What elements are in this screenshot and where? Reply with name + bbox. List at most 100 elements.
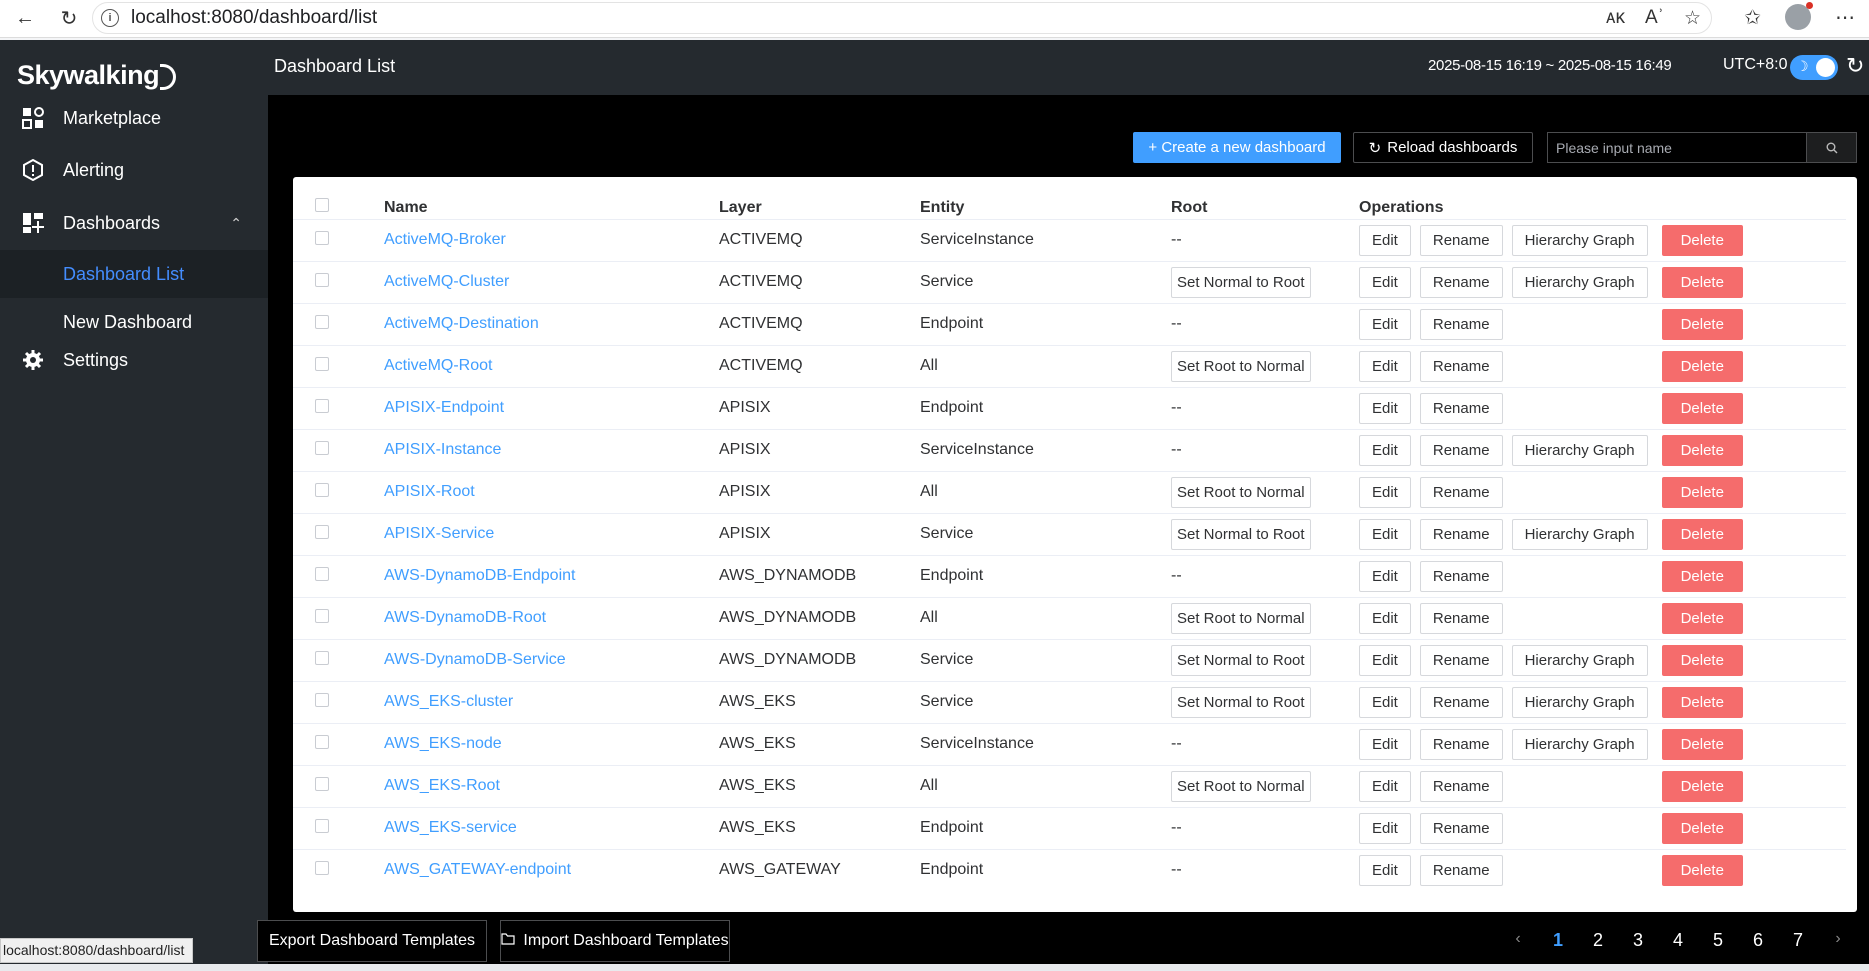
root-toggle-button[interactable]: Set Normal to Root xyxy=(1171,644,1311,676)
edit-button[interactable]: Edit xyxy=(1359,392,1411,424)
refresh-icon[interactable]: ↻ xyxy=(54,4,84,34)
dashboard-name-link[interactable]: AWS-DynamoDB-Service xyxy=(384,651,566,668)
delete-button[interactable]: Delete xyxy=(1661,266,1743,298)
row-checkbox[interactable] xyxy=(315,566,329,581)
edit-button[interactable]: Edit xyxy=(1359,602,1411,634)
sidebar-item-settings[interactable]: Settings xyxy=(0,332,268,388)
rename-button[interactable]: Rename xyxy=(1419,812,1503,844)
delete-button[interactable]: Delete xyxy=(1661,644,1743,676)
select-all-checkbox[interactable] xyxy=(315,198,329,213)
edit-button[interactable]: Edit xyxy=(1359,350,1411,382)
edit-button[interactable]: Edit xyxy=(1359,476,1411,508)
hierarchy-graph-button[interactable]: Hierarchy Graph xyxy=(1511,644,1648,676)
delete-button[interactable]: Delete xyxy=(1661,392,1743,424)
column-header-layer[interactable]: Layer xyxy=(719,177,920,219)
edit-button[interactable]: Edit xyxy=(1359,266,1411,298)
rename-button[interactable]: Rename xyxy=(1419,266,1503,298)
delete-button[interactable]: Delete xyxy=(1661,602,1743,634)
next-page-icon[interactable]: › xyxy=(1818,930,1858,951)
sidebar-item-marketplace[interactable]: Marketplace xyxy=(0,90,268,146)
edit-button[interactable]: Edit xyxy=(1359,854,1411,886)
row-checkbox[interactable] xyxy=(315,734,329,749)
row-checkbox[interactable] xyxy=(315,398,329,413)
root-toggle-button[interactable]: Set Normal to Root xyxy=(1171,686,1311,718)
column-header-name[interactable]: Name xyxy=(384,177,719,219)
row-checkbox[interactable] xyxy=(315,650,329,665)
edit-button[interactable]: Edit xyxy=(1359,224,1411,256)
site-info-icon[interactable]: i xyxy=(101,9,119,27)
delete-button[interactable]: Delete xyxy=(1661,728,1743,760)
rename-button[interactable]: Rename xyxy=(1419,392,1503,424)
dashboard-name-link[interactable]: ActiveMQ-Cluster xyxy=(384,273,509,290)
time-range-picker[interactable]: 2025-08-15 16:19 ~ 2025-08-15 16:49 xyxy=(1428,57,1672,74)
dashboard-name-link[interactable]: AWS_EKS-Root xyxy=(384,777,500,794)
rename-button[interactable]: Rename xyxy=(1419,854,1503,886)
dashboard-name-link[interactable]: APISIX-Instance xyxy=(384,441,501,458)
auto-refresh-icon[interactable]: ↻ xyxy=(1846,53,1864,79)
rename-button[interactable]: Rename xyxy=(1419,728,1503,760)
read-aloud-icon[interactable]: Aʾ xyxy=(1645,7,1664,30)
root-toggle-button[interactable]: Set Normal to Root xyxy=(1171,266,1311,298)
translate-icon[interactable]: ᴀᴋ xyxy=(1606,7,1625,30)
dashboard-name-link[interactable]: AWS_GATEWAY-endpoint xyxy=(384,861,571,878)
more-menu-icon[interactable]: ⋯ xyxy=(1835,5,1855,30)
edit-button[interactable]: Edit xyxy=(1359,686,1411,718)
dashboard-name-link[interactable]: APISIX-Endpoint xyxy=(384,399,504,416)
export-templates-button[interactable]: Export Dashboard Templates xyxy=(257,920,487,962)
delete-button[interactable]: Delete xyxy=(1661,308,1743,340)
timezone-label[interactable]: UTC+8:0 xyxy=(1723,56,1787,74)
search-icon[interactable] xyxy=(1806,133,1856,162)
delete-button[interactable]: Delete xyxy=(1661,350,1743,382)
row-checkbox[interactable] xyxy=(315,818,329,833)
rename-button[interactable]: Rename xyxy=(1419,476,1503,508)
delete-button[interactable]: Delete xyxy=(1661,560,1743,592)
delete-button[interactable]: Delete xyxy=(1661,476,1743,508)
delete-button[interactable]: Delete xyxy=(1661,686,1743,718)
hierarchy-graph-button[interactable]: Hierarchy Graph xyxy=(1511,224,1648,256)
row-checkbox[interactable] xyxy=(315,440,329,455)
rename-button[interactable]: Rename xyxy=(1419,350,1503,382)
edit-button[interactable]: Edit xyxy=(1359,518,1411,550)
hierarchy-graph-button[interactable]: Hierarchy Graph xyxy=(1511,266,1648,298)
delete-button[interactable]: Delete xyxy=(1661,770,1743,802)
page-number[interactable]: 1 xyxy=(1538,930,1578,951)
rename-button[interactable]: Rename xyxy=(1419,518,1503,550)
favorite-star-icon[interactable]: ☆ xyxy=(1684,7,1701,30)
dashboard-name-link[interactable]: AWS_EKS-node xyxy=(384,735,502,752)
row-checkbox[interactable] xyxy=(315,692,329,707)
favorites-list-icon[interactable]: ✩ xyxy=(1744,5,1761,30)
dashboard-name-link[interactable]: APISIX-Service xyxy=(384,525,494,542)
dashboard-name-link[interactable]: AWS-DynamoDB-Root xyxy=(384,609,546,626)
dashboard-name-link[interactable]: ActiveMQ-Broker xyxy=(384,231,506,248)
delete-button[interactable]: Delete xyxy=(1661,854,1743,886)
address-bar[interactable]: i localhost:8080/dashboard/list ᴀᴋ Aʾ ☆ xyxy=(92,2,1712,34)
row-checkbox[interactable] xyxy=(315,230,329,245)
column-header-entity[interactable]: Entity xyxy=(920,177,1171,219)
edit-button[interactable]: Edit xyxy=(1359,728,1411,760)
import-templates-button[interactable]: Import Dashboard Templates xyxy=(500,920,730,962)
root-toggle-button[interactable]: Set Normal to Root xyxy=(1171,518,1311,550)
rename-button[interactable]: Rename xyxy=(1419,308,1503,340)
row-checkbox[interactable] xyxy=(315,314,329,329)
dashboard-name-link[interactable]: AWS_EKS-cluster xyxy=(384,693,513,710)
page-number[interactable]: 4 xyxy=(1658,930,1698,951)
page-number[interactable]: 6 xyxy=(1738,930,1778,951)
rename-button[interactable]: Rename xyxy=(1419,560,1503,592)
skywalking-logo[interactable]: Skywalking xyxy=(17,60,177,91)
hierarchy-graph-button[interactable]: Hierarchy Graph xyxy=(1511,728,1648,760)
prev-page-icon[interactable]: ‹ xyxy=(1498,930,1538,951)
page-number[interactable]: 7 xyxy=(1778,930,1818,951)
page-number[interactable]: 3 xyxy=(1618,930,1658,951)
back-icon[interactable]: ← xyxy=(10,4,40,34)
dashboard-name-link[interactable]: AWS-DynamoDB-Endpoint xyxy=(384,567,575,584)
sidebar-item-dashboards[interactable]: Dashboards ⌃ xyxy=(0,195,268,251)
create-dashboard-button[interactable]: + Create a new dashboard xyxy=(1133,132,1341,163)
rename-button[interactable]: Rename xyxy=(1419,644,1503,676)
page-number[interactable]: 5 xyxy=(1698,930,1738,951)
rename-button[interactable]: Rename xyxy=(1419,770,1503,802)
address-url[interactable]: localhost:8080/dashboard/list xyxy=(131,7,377,29)
delete-button[interactable]: Delete xyxy=(1661,518,1743,550)
rename-button[interactable]: Rename xyxy=(1419,224,1503,256)
root-toggle-button[interactable]: Set Root to Normal xyxy=(1171,602,1311,634)
search-input[interactable] xyxy=(1548,133,1806,162)
